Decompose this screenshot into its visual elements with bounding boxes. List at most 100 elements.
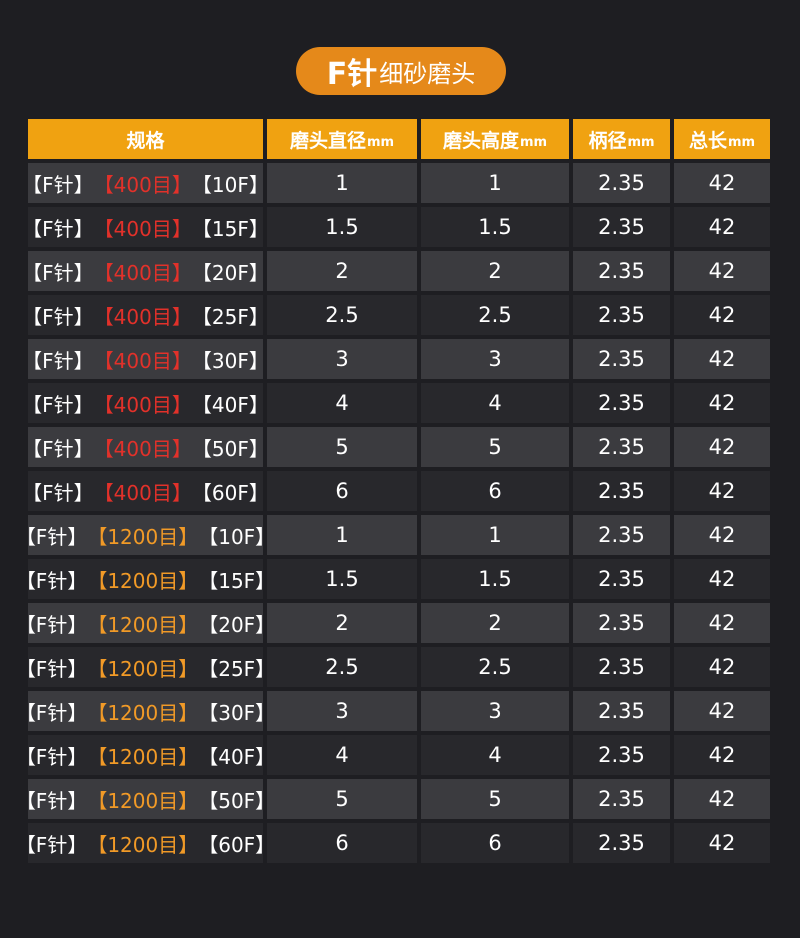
shank-cell: 2.35 bbox=[573, 515, 670, 555]
header-height: 磨头高度 mm bbox=[421, 119, 569, 159]
spec-prefix: 【F针】 bbox=[28, 568, 88, 593]
diameter-cell: 1 bbox=[267, 163, 417, 203]
spec-grit: 【400目】 bbox=[93, 216, 192, 241]
height-cell: 5 bbox=[421, 779, 569, 819]
diameter-cell: 1 bbox=[267, 515, 417, 555]
spec-suffix: 【15F】 bbox=[198, 568, 263, 593]
spec-cell: 【F针】【1200目】【15F】 bbox=[28, 559, 263, 599]
diameter-cell: 5 bbox=[267, 779, 417, 819]
spec-cell: 【F针】【1200目】【60F】 bbox=[28, 823, 263, 863]
title-banner: F针 细砂磨头 bbox=[296, 47, 506, 95]
height-cell: 5 bbox=[421, 427, 569, 467]
spec-suffix: 【30F】 bbox=[198, 700, 263, 725]
table-body: 【F针】 【400目】 【10F】 1 1 2.35 42 【F针】 【400目】 【15F】 1.… bbox=[28, 163, 772, 863]
spec-grit: 【400目】 bbox=[93, 436, 192, 461]
spec-grit: 【400目】 bbox=[93, 348, 192, 373]
diameter-cell: 1.5 bbox=[267, 207, 417, 247]
spec-table: 规格 磨头直径 mm 磨头高度 mm 柄径 mm 总长 mm 【F针】 【400目】 【10… bbox=[28, 119, 772, 867]
spec-suffix: 【60F】 bbox=[198, 832, 263, 857]
spec-cell: 【F针】【1200目】【50F】 bbox=[28, 779, 263, 819]
table-header: 规格 磨头直径 mm 磨头高度 mm 柄径 mm 总长 mm bbox=[28, 119, 772, 159]
table-row: 【F针】【1200目】【25F】2.52.52.3542 bbox=[28, 647, 772, 687]
spec-cell: 【F针】 【400目】 【50F】 bbox=[28, 427, 263, 467]
shank-cell: 2.35 bbox=[573, 295, 670, 335]
spec-suffix: 【60F】 bbox=[191, 480, 263, 505]
shank-cell: 2.35 bbox=[573, 207, 670, 247]
shank-cell: 2.35 bbox=[573, 427, 670, 467]
height-cell: 1 bbox=[421, 515, 569, 555]
spec-grit: 【400目】 bbox=[93, 172, 192, 197]
spec-suffix: 【40F】 bbox=[191, 392, 263, 417]
header-diameter: 磨头直径 mm bbox=[267, 119, 417, 159]
height-cell: 2.5 bbox=[421, 647, 569, 687]
spec-grit: 【1200目】 bbox=[87, 524, 199, 549]
spec-suffix: 【25F】 bbox=[191, 304, 263, 329]
length-cell: 42 bbox=[674, 471, 770, 511]
spec-cell: 【F针】 【400目】 【30F】 bbox=[28, 339, 263, 379]
length-cell: 42 bbox=[674, 207, 770, 247]
title-light: 细砂磨头 bbox=[379, 59, 476, 88]
title-strong: F针 bbox=[326, 57, 378, 92]
shank-cell: 2.35 bbox=[573, 383, 670, 423]
table-row: 【F针】【1200目】【15F】1.51.52.3542 bbox=[28, 559, 772, 599]
shank-cell: 2.35 bbox=[573, 735, 670, 775]
spec-suffix: 【20F】 bbox=[198, 612, 263, 637]
spec-grit: 【400目】 bbox=[93, 392, 192, 417]
diameter-cell: 6 bbox=[267, 823, 417, 863]
spec-prefix: 【F针】 bbox=[28, 832, 88, 857]
shank-cell: 2.35 bbox=[573, 163, 670, 203]
spec-suffix: 【20F】 bbox=[191, 260, 263, 285]
diameter-cell: 4 bbox=[267, 383, 417, 423]
spec-prefix: 【F针】 bbox=[28, 304, 94, 329]
length-cell: 42 bbox=[674, 603, 770, 643]
height-cell: 6 bbox=[421, 823, 569, 863]
spec-prefix: 【F针】 bbox=[28, 524, 88, 549]
header-unit: mm bbox=[727, 134, 756, 150]
header-unit: mm bbox=[627, 134, 655, 150]
spec-prefix: 【F针】 bbox=[28, 260, 94, 285]
table-row: 【F针】 【400目】 【60F】 6 6 2.35 42 bbox=[28, 471, 772, 511]
length-cell: 42 bbox=[674, 383, 770, 423]
height-cell: 1 bbox=[421, 163, 569, 203]
diameter-cell: 5 bbox=[267, 427, 417, 467]
table-row: 【F针】 【400目】 【10F】 1 1 2.35 42 bbox=[28, 163, 772, 203]
spec-grit: 【1200目】 bbox=[87, 832, 199, 857]
length-cell: 42 bbox=[674, 559, 770, 599]
spec-prefix: 【F针】 bbox=[28, 788, 88, 813]
header-label: 磨头高度 bbox=[442, 129, 519, 152]
table-row: 【F针】 【400目】 【20F】 2 2 2.35 42 bbox=[28, 251, 772, 291]
spec-cell: 【F针】【1200目】【30F】 bbox=[28, 691, 263, 731]
shank-cell: 2.35 bbox=[573, 339, 670, 379]
spec-prefix: 【F针】 bbox=[28, 656, 88, 681]
shank-cell: 2.35 bbox=[573, 603, 670, 643]
spec-grit: 【1200目】 bbox=[87, 788, 199, 813]
spec-cell: 【F针】 【400目】 【25F】 bbox=[28, 295, 263, 335]
spec-suffix: 【50F】 bbox=[198, 788, 263, 813]
spec-suffix: 【50F】 bbox=[191, 436, 263, 461]
height-cell: 1.5 bbox=[421, 207, 569, 247]
spec-suffix: 【30F】 bbox=[191, 348, 263, 373]
spec-grit: 【1200目】 bbox=[87, 656, 199, 681]
spec-suffix: 【10F】 bbox=[191, 172, 263, 197]
header-label: 磨头直径 bbox=[289, 129, 366, 152]
shank-cell: 2.35 bbox=[573, 471, 670, 511]
spec-cell: 【F针】 【400目】 【15F】 bbox=[28, 207, 263, 247]
diameter-cell: 3 bbox=[267, 339, 417, 379]
shank-cell: 2.35 bbox=[573, 251, 670, 291]
shank-cell: 2.35 bbox=[573, 779, 670, 819]
spec-cell: 【F针】 【400目】 【40F】 bbox=[28, 383, 263, 423]
shank-cell: 2.35 bbox=[573, 823, 670, 863]
diameter-cell: 2 bbox=[267, 603, 417, 643]
shank-cell: 2.35 bbox=[573, 559, 670, 599]
length-cell: 42 bbox=[674, 647, 770, 687]
spec-cell: 【F针】 【400目】 【60F】 bbox=[28, 471, 263, 511]
length-cell: 42 bbox=[674, 515, 770, 555]
spec-prefix: 【F针】 bbox=[28, 480, 94, 505]
spec-suffix: 【25F】 bbox=[198, 656, 263, 681]
header-unit: mm bbox=[366, 134, 395, 150]
spec-prefix: 【F针】 bbox=[28, 612, 88, 637]
diameter-cell: 1.5 bbox=[267, 559, 417, 599]
shank-cell: 2.35 bbox=[573, 647, 670, 687]
spec-cell: 【F针】【1200目】【20F】 bbox=[28, 603, 263, 643]
table-row: 【F针】【1200目】【60F】662.3542 bbox=[28, 823, 772, 863]
